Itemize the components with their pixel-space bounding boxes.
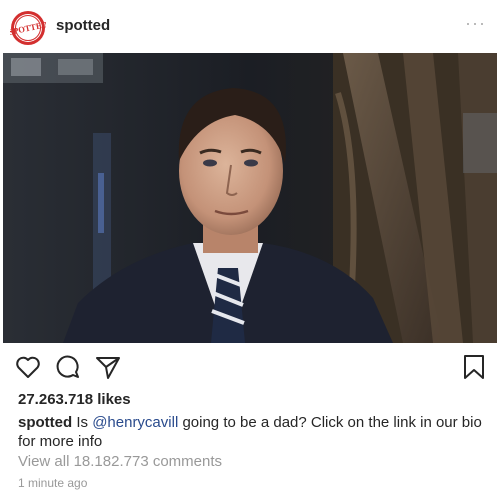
post-timestamp: 1 minute ago [18,476,88,490]
action-bar [0,350,500,386]
bookmark-icon[interactable] [460,353,488,381]
caption-username[interactable]: spotted [18,414,72,431]
post-header: SPOTTED spotted ··· [0,0,500,52]
comment-icon[interactable] [54,353,82,381]
post-username[interactable]: spotted [56,17,110,34]
post-caption: spotted Is @henrycavill going to be a da… [18,413,488,451]
heart-icon[interactable] [14,353,42,381]
likes-count[interactable]: 27.263.718 likes [18,391,131,408]
share-icon[interactable] [94,353,122,381]
post-photo[interactable] [3,53,497,343]
view-comments-link[interactable]: View all 18.182.773 comments [18,453,222,470]
caption-text-pre: Is [72,414,93,431]
more-icon[interactable]: ··· [465,13,486,33]
man-in-suit-photo [3,53,497,343]
spotted-logo-icon: SPOTTED [8,11,48,45]
caption-mention-link[interactable]: @henrycavill [92,414,178,431]
avatar[interactable]: SPOTTED [8,10,48,46]
